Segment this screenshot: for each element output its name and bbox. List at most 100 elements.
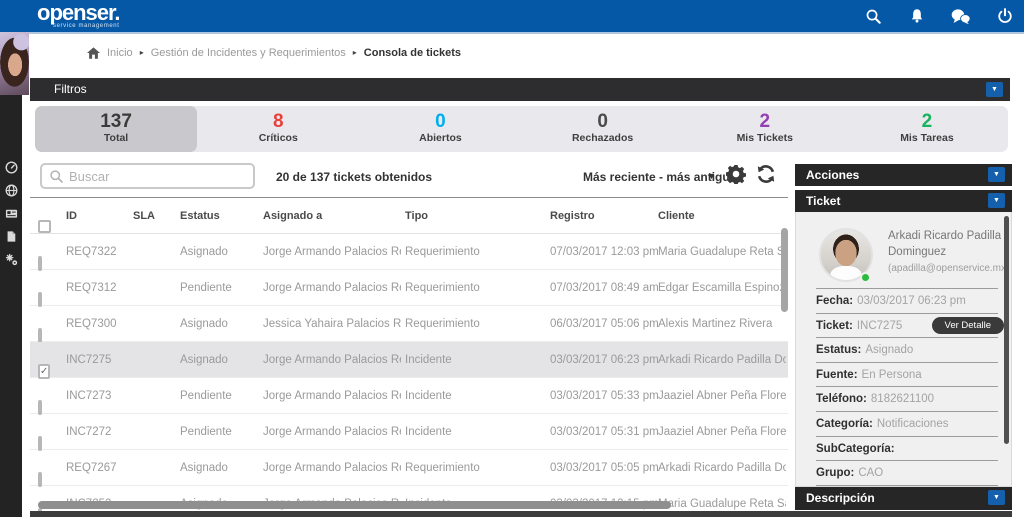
dashboard-icon[interactable] xyxy=(4,160,18,174)
stat-value: 0 xyxy=(522,111,684,132)
col-header-registro[interactable]: Registro xyxy=(550,210,595,222)
topbar-icons xyxy=(862,0,1016,32)
col-header-cliente[interactable]: Cliente xyxy=(658,210,695,222)
table-body: REQ7322 Asignado Jorge Armando Palacios … xyxy=(30,234,788,517)
table-row[interactable]: REQ7300 Asignado Jessica Yahaira Palacio… xyxy=(30,306,788,342)
notifications-bell-icon[interactable] xyxy=(906,5,928,27)
row-checkbox[interactable] xyxy=(38,400,42,415)
stat-label: Rechazados xyxy=(522,132,684,144)
stat-label: Abiertos xyxy=(359,132,521,144)
field-label: Fecha: xyxy=(816,295,853,307)
filters-collapse-button[interactable]: ▼ xyxy=(986,82,1003,97)
stat-value: 2 xyxy=(684,111,846,132)
search-icon[interactable] xyxy=(862,5,884,27)
filters-title: Filtros xyxy=(54,82,87,96)
cell-tipo: Requerimiento xyxy=(405,270,525,306)
chevron-down-icon: ▼ xyxy=(993,494,1000,501)
left-sidebar xyxy=(0,32,22,517)
stat-label: Mis Tickets xyxy=(684,132,846,144)
table-row[interactable]: ✓ INC7275 Asignado Jorge Armando Palacio… xyxy=(30,342,788,378)
col-header-sla[interactable]: SLA xyxy=(133,210,155,222)
stat-cell[interactable]: 2 Mis Tickets xyxy=(684,106,846,152)
breadcrumb-separator-icon: ▸ xyxy=(140,48,144,57)
chat-icon[interactable] xyxy=(950,5,972,27)
cell-asignado-a: Jorge Armando Palacios Reyna xyxy=(263,378,401,414)
row-checkbox[interactable] xyxy=(38,472,42,487)
cell-estatus: Pendiente xyxy=(180,378,258,414)
table-row[interactable]: REQ7312 Pendiente Jorge Armando Palacios… xyxy=(30,270,788,306)
table-row[interactable]: REQ7267 Asignado Jorge Armando Palacios … xyxy=(30,450,788,486)
ticket-collapse-button[interactable]: ▼ xyxy=(988,193,1005,208)
ticket-fields: Fecha:03/03/2017 06:23 pm Ticket:INC7275… xyxy=(816,288,998,486)
stat-cell[interactable]: 137 Total xyxy=(35,106,197,152)
stat-cell[interactable]: 2 Mis Tareas xyxy=(846,106,1008,152)
breadcrumb-items: Inicio ▸ Gestión de Incidentes y Requerimi… xyxy=(107,47,461,59)
cell-tipo: Incidente xyxy=(405,414,525,450)
filters-bar[interactable]: Filtros ▼ xyxy=(30,78,1010,101)
cell-asignado-a: Jorge Armando Palacios Reyna xyxy=(263,270,401,306)
refresh-icon[interactable] xyxy=(756,164,776,184)
ver-detalle-button[interactable]: Ver Detalle xyxy=(932,317,1004,334)
table-row[interactable]: INC7272 Pendiente Jorge Armando Palacios… xyxy=(30,414,788,450)
row-checkbox[interactable] xyxy=(38,328,42,343)
cell-tipo: Requerimiento xyxy=(405,450,525,486)
table-vertical-scrollbar[interactable] xyxy=(781,228,788,312)
stat-cell[interactable]: 0 Rechazados xyxy=(522,106,684,152)
stat-cell[interactable]: 8 Críticos xyxy=(197,106,359,152)
cell-ticket-id: INC7272 xyxy=(66,414,128,450)
chevron-down-icon: ▼ xyxy=(993,171,1000,178)
descripcion-collapse-button[interactable]: ▼ xyxy=(988,490,1005,505)
col-header-id[interactable]: ID xyxy=(66,210,77,222)
field-value: CAO xyxy=(858,467,883,479)
acciones-collapse-button[interactable]: ▼ xyxy=(988,167,1005,182)
globe-icon[interactable] xyxy=(4,183,18,197)
col-header-tipo[interactable]: Tipo xyxy=(405,210,428,222)
col-header-estatus[interactable]: Estatus xyxy=(180,210,220,222)
search-box[interactable] xyxy=(40,163,255,189)
col-header-asignado[interactable]: Asignado a xyxy=(263,210,322,222)
cell-registro: 07/03/2017 12:03 pm xyxy=(550,234,668,270)
cell-ticket-id: REQ7322 xyxy=(66,234,128,270)
row-checkbox[interactable] xyxy=(38,436,42,451)
breadcrumb-item[interactable]: Inicio xyxy=(107,47,133,59)
stat-cell[interactable]: 0 Abiertos xyxy=(359,106,521,152)
home-icon[interactable] xyxy=(86,46,100,60)
table-settings-gear-icon[interactable] xyxy=(726,164,746,184)
user-profile-photo[interactable] xyxy=(0,32,29,95)
search-input[interactable] xyxy=(69,169,239,184)
breadcrumb-item[interactable]: Gestión de Incidentes y Requerimientos xyxy=(151,47,346,59)
horizontal-scrollbar[interactable] xyxy=(38,501,671,509)
settings-gears-icon[interactable] xyxy=(4,252,18,266)
panel-vertical-scrollbar[interactable] xyxy=(1004,216,1009,444)
cell-registro: 03/03/2017 05:05 pm xyxy=(550,450,668,486)
table-row[interactable]: INC7273 Pendiente Jorge Armando Palacios… xyxy=(30,378,788,414)
app-logo[interactable]: openser. service management xyxy=(37,2,119,29)
cell-tipo: Incidente xyxy=(405,378,525,414)
cell-registro: 07/03/2017 08:49 am xyxy=(550,270,668,306)
ticket-console-icon[interactable] xyxy=(4,206,18,220)
row-checkbox[interactable] xyxy=(38,292,42,307)
cell-cliente: Arkadi Ricardo Padilla Domin xyxy=(658,342,786,378)
row-checkbox[interactable] xyxy=(38,256,42,271)
consola-de-tickets-screen: openser. service management xyxy=(0,0,1024,517)
field-label: SubCategoría: xyxy=(816,443,895,455)
power-logout-icon[interactable] xyxy=(994,5,1016,27)
ticket-field-row: Categoría:Notificaciones xyxy=(816,412,998,437)
field-value: Notificaciones xyxy=(877,418,949,430)
row-checkbox[interactable]: ✓ xyxy=(38,364,50,379)
ticket-field-row: Teléfono:8182621100 xyxy=(816,387,998,412)
descripcion-panel-header[interactable]: Descripción ▼ xyxy=(795,487,1012,510)
acciones-panel-header[interactable]: Acciones ▼ xyxy=(795,164,1012,186)
cell-ticket-id: REQ7312 xyxy=(66,270,128,306)
stat-label: Críticos xyxy=(197,132,359,144)
document-icon[interactable] xyxy=(4,229,18,243)
cell-estatus: Pendiente xyxy=(180,270,258,306)
app-logo-text: openser. xyxy=(37,2,119,24)
ticket-panel-header[interactable]: Ticket ▼ xyxy=(795,190,1012,212)
chevron-down-icon[interactable]: ▼ xyxy=(707,171,716,181)
table-row[interactable]: REQ7322 Asignado Jorge Armando Palacios … xyxy=(30,234,788,270)
cell-ticket-id: INC7273 xyxy=(66,378,128,414)
cell-asignado-a: Jessica Yahaira Palacios Reyna xyxy=(263,306,401,342)
cell-estatus: Asignado xyxy=(180,450,258,486)
field-value: En Persona xyxy=(862,369,922,381)
